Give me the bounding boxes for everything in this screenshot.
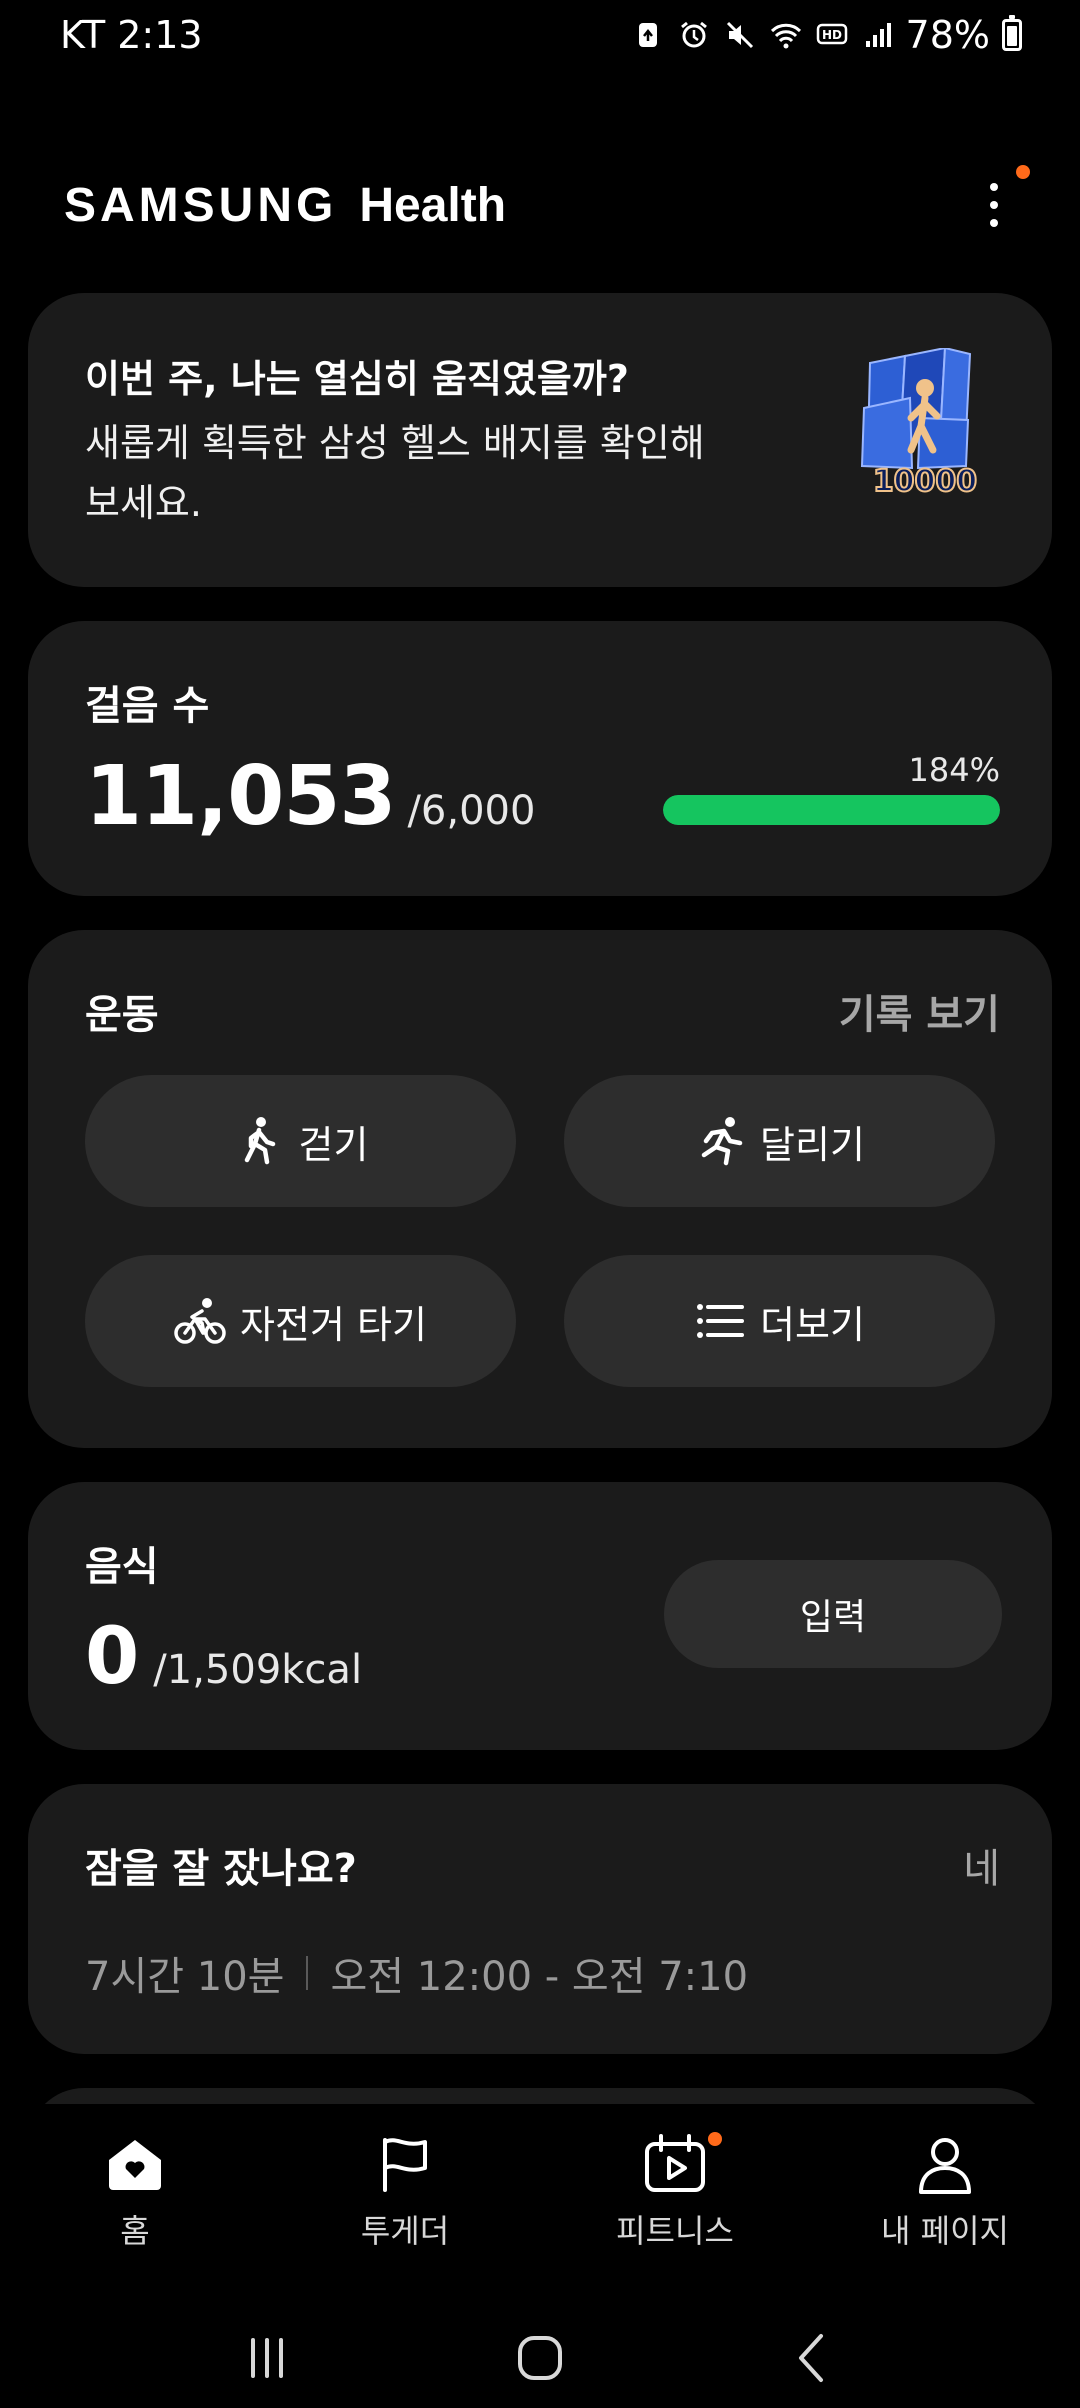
steps-card[interactable]: 걸음 수 11,053 /6,000 184%	[28, 621, 1052, 896]
exercise-label: 운동	[85, 992, 159, 1038]
app-logo: SAMSUNG Health	[64, 178, 506, 233]
list-icon	[697, 1304, 745, 1338]
sleep-info: 7시간 10분 오전 12:00 - 오전 7:10	[85, 1944, 748, 2002]
home-system-icon[interactable]	[512, 2330, 568, 2386]
exercise-card: 운동 기록 보기 걷기 달리기 자전거 타기 더보기	[28, 930, 1052, 1448]
bottom-nav: 홈 투게더 피트니스 내 페이지	[0, 2104, 1080, 2314]
walk-icon	[244, 1117, 275, 1165]
svg-text:HD: HD	[822, 28, 842, 42]
steps-badge-icon: 10000	[860, 348, 978, 498]
run-label: 달리기	[760, 1122, 865, 1167]
steps-count: 11,053	[85, 749, 396, 844]
hd-voice-icon: HD	[816, 19, 848, 51]
sleep-question: 잠을 잘 잤나요?	[85, 1846, 357, 1892]
steps-goal: /6,000	[407, 788, 536, 834]
bike-label: 자전거 타기	[240, 1302, 427, 1347]
mute-icon	[724, 19, 756, 51]
nav-fitness[interactable]: 피트니스	[540, 2104, 810, 2314]
brand-samsung: SAMSUNG	[64, 178, 338, 232]
fitness-notification-dot	[708, 2132, 722, 2146]
more-exercise-button[interactable]: 더보기	[564, 1255, 995, 1387]
run-icon	[701, 1117, 743, 1166]
recents-icon[interactable]	[239, 2330, 295, 2386]
recycle-icon	[632, 19, 664, 51]
food-kcal: 0	[85, 1612, 140, 1702]
badge-desc-line2: 보세요.	[85, 481, 202, 525]
nav-together-label: 투게더	[360, 2212, 450, 2250]
run-button[interactable]: 달리기	[564, 1075, 995, 1207]
badge-desc-line1: 새롭게 획득한 삼성 헬스 배지를 확인해	[85, 421, 705, 465]
notification-dot	[1016, 165, 1030, 179]
steps-progress-fill	[663, 795, 1000, 825]
flag-icon	[383, 2138, 427, 2192]
status-icons: HD	[632, 19, 894, 51]
steps-label: 걸음 수	[85, 683, 210, 729]
badge-card-title: 이번 주, 나는 열심히 움직였을까?	[85, 357, 629, 401]
battery-percent: 78%	[905, 13, 990, 57]
badge-card-desc: 새롭게 획득한 삼성 헬스 배지를 확인해 보세요.	[85, 413, 785, 533]
sleep-duration: 7시간 10분	[85, 1954, 285, 2000]
steps-percent: 184%	[908, 751, 1000, 789]
food-value: 0 /1,509kcal	[85, 1612, 362, 1702]
more-exercise-label: 더보기	[760, 1302, 865, 1347]
bike-icon	[174, 1298, 226, 1344]
nav-mypage[interactable]: 내 페이지	[810, 2104, 1080, 2314]
food-goal: /1,509kcal	[153, 1647, 363, 1693]
walk-button[interactable]: 걷기	[85, 1075, 516, 1207]
steps-value: 11,053 /6,000	[85, 749, 535, 844]
brand-health: Health	[359, 178, 507, 232]
walk-label: 걷기	[298, 1122, 369, 1167]
system-nav	[0, 2308, 1080, 2408]
signal-icon	[862, 19, 894, 51]
sleep-range: 오전 12:00 - 오전 7:10	[330, 1954, 749, 2000]
nav-together[interactable]: 투게더	[270, 2104, 540, 2314]
status-bar: KT 2:13 HD 78%	[0, 0, 1080, 70]
badge-promo-card[interactable]: 이번 주, 나는 열심히 움직였을까? 새롭게 획득한 삼성 헬스 배지를 확인…	[28, 293, 1052, 587]
nav-mypage-label: 내 페이지	[881, 2212, 1009, 2250]
steps-progress-bar	[663, 795, 1000, 825]
status-right: HD 78%	[632, 13, 1022, 57]
alarm-icon	[678, 19, 710, 51]
nav-fitness-label: 피트니스	[616, 2212, 734, 2250]
profile-icon	[919, 2138, 971, 2194]
food-label: 음식	[85, 1544, 159, 1590]
food-card[interactable]: 음식 0 /1,509kcal 입력	[28, 1482, 1052, 1750]
sleep-divider	[306, 1956, 309, 1990]
home-icon	[109, 2140, 161, 2190]
exercise-history-link[interactable]: 기록 보기	[839, 982, 1000, 1040]
app-header: SAMSUNG Health	[64, 160, 1030, 250]
carrier-time: KT 2:13	[60, 13, 203, 57]
sleep-yes-button[interactable]: 네	[963, 1836, 1000, 1894]
fitness-video-icon	[645, 2134, 705, 2192]
wifi-icon	[770, 19, 802, 51]
nav-home[interactable]: 홈	[0, 2104, 270, 2314]
food-input-button[interactable]: 입력	[664, 1560, 1002, 1668]
badge-number: 10000	[873, 464, 977, 498]
more-options-button[interactable]	[964, 165, 1030, 245]
back-icon[interactable]	[785, 2330, 841, 2386]
bike-button[interactable]: 자전거 타기	[85, 1255, 516, 1387]
battery-icon	[1002, 15, 1022, 51]
sleep-card[interactable]: 잠을 잘 잤나요? 네 7시간 10분 오전 12:00 - 오전 7:10	[28, 1784, 1052, 2054]
nav-home-label: 홈	[120, 2212, 150, 2250]
